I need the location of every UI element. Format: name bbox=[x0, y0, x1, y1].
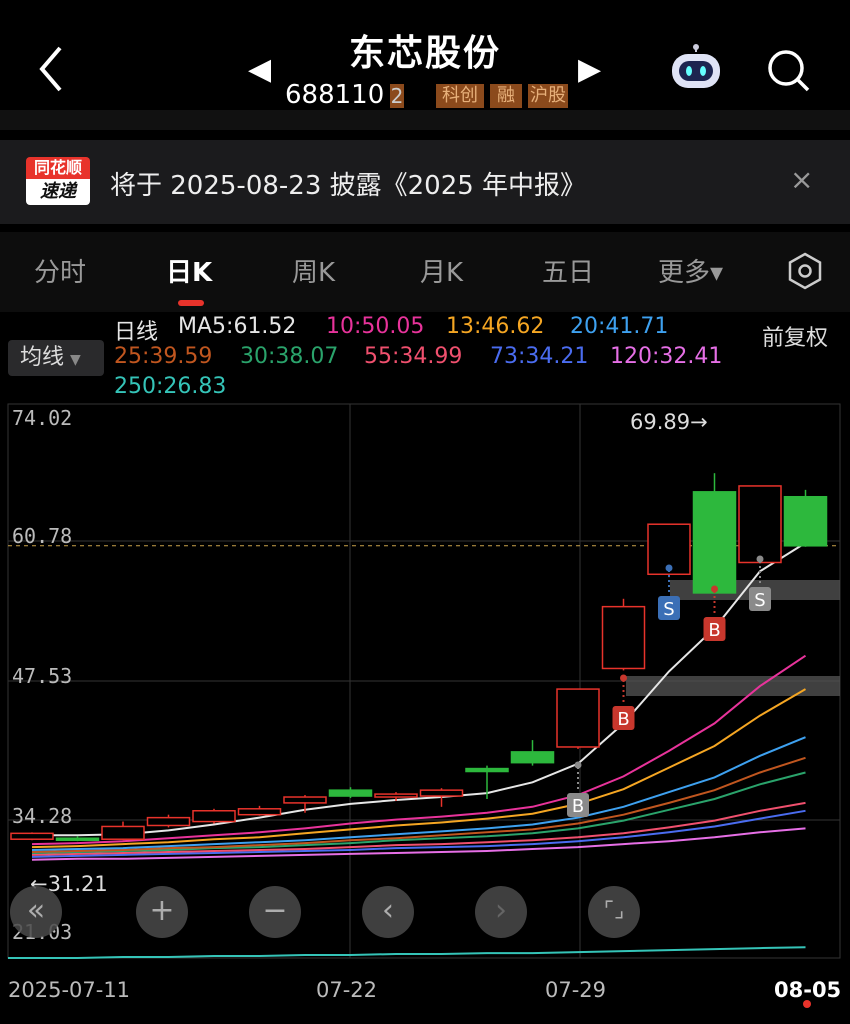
zoom-in-button[interactable]: + bbox=[136, 886, 188, 938]
stock-code-suffix: 2 bbox=[390, 84, 404, 108]
candle-body-10 bbox=[465, 767, 509, 773]
next-stock-icon[interactable]: ▶ bbox=[578, 52, 601, 87]
zoom-out-button[interactable]: − bbox=[249, 886, 301, 938]
candle-body-2 bbox=[101, 825, 145, 840]
tab-monthly-k[interactable]: 月K bbox=[420, 252, 463, 289]
scroll-right-button[interactable]: › bbox=[475, 886, 527, 938]
candle-body-8 bbox=[374, 793, 418, 798]
ma250-line bbox=[32, 946, 806, 959]
signal-label-2: S bbox=[663, 599, 674, 620]
ma10-value: 10:50.05 bbox=[326, 314, 425, 339]
ma13-value: 13:46.62 bbox=[446, 314, 545, 339]
ma30-value: 30:38.07 bbox=[240, 344, 339, 369]
ma73-value: 73:34.21 bbox=[490, 344, 589, 369]
tab-daily-k[interactable]: 日K bbox=[166, 252, 212, 289]
candle-body-17 bbox=[783, 495, 828, 547]
kline-label: 日线 bbox=[114, 320, 159, 345]
stock-code: 688110 bbox=[285, 80, 385, 110]
badge-rong: 融 bbox=[490, 84, 522, 108]
zone-band-lower bbox=[626, 676, 840, 696]
y-tick-2: 60.78 bbox=[12, 524, 73, 548]
tab-more[interactable]: 更多▾ bbox=[658, 252, 723, 289]
active-tab-indicator bbox=[178, 300, 204, 306]
ma20-value: 20:41.71 bbox=[570, 314, 669, 339]
signal-dot-4 bbox=[756, 555, 764, 563]
candle-body-6 bbox=[283, 796, 327, 804]
scroll-left-button[interactable]: ‹ bbox=[362, 886, 414, 938]
ma120-value: 120:32.41 bbox=[610, 344, 723, 369]
x-label-0805: 08-05 bbox=[774, 978, 842, 1002]
x-label-start: 2025-07-11 bbox=[8, 978, 131, 1002]
y-tick-4: 34.28 bbox=[12, 804, 73, 828]
logo-bottom-text: 速递 bbox=[26, 179, 90, 205]
ma250-value: 250:26.83 bbox=[114, 374, 227, 399]
candle-body-16 bbox=[738, 485, 782, 564]
x-label-0722: 07-22 bbox=[316, 978, 378, 1002]
robot-assistant-icon[interactable] bbox=[668, 44, 724, 92]
candle-body-5 bbox=[237, 808, 282, 816]
notice-text: 将于 2025-08-23 披露《2025 年中报》 bbox=[110, 171, 587, 201]
today-dot bbox=[803, 1000, 811, 1008]
candle-body-12 bbox=[556, 688, 600, 748]
signal-dot-0 bbox=[574, 761, 582, 769]
ma-selector-label: 均线 bbox=[20, 345, 65, 370]
tonghuashun-logo: 同花顺 速递 bbox=[26, 157, 90, 207]
scroll-left-fast-button[interactable]: « bbox=[10, 886, 62, 938]
search-icon[interactable] bbox=[766, 48, 810, 92]
candle-body-9 bbox=[419, 789, 464, 797]
signal-label-3: B bbox=[708, 620, 720, 641]
ma55-value: 55:34.99 bbox=[364, 344, 463, 369]
prev-stock-icon[interactable]: ◀ bbox=[248, 52, 271, 87]
ma5-value: MA5:61.52 bbox=[178, 314, 297, 339]
candle-body-1 bbox=[55, 837, 100, 841]
signal-label-4: S bbox=[754, 590, 765, 611]
dropdown-icon: ▼ bbox=[70, 352, 81, 368]
candle-body-0 bbox=[10, 832, 54, 840]
badge-kechuang: 科创 bbox=[436, 84, 484, 108]
fullscreen-button[interactable]: ⌜⌟ bbox=[588, 886, 640, 938]
signal-dot-1 bbox=[620, 674, 627, 682]
adjust-mode[interactable]: 前复权 bbox=[762, 320, 828, 352]
signal-dot-3 bbox=[711, 585, 718, 593]
quote-ticker-strip bbox=[0, 110, 850, 130]
close-icon[interactable]: × bbox=[790, 163, 813, 196]
settings-hexagon-icon[interactable] bbox=[786, 252, 824, 290]
kline-chart[interactable]: B B S B S bbox=[0, 400, 850, 960]
y-tick-3: 47.53 bbox=[12, 664, 73, 688]
high-price-label: 69.89→ bbox=[630, 410, 708, 434]
signal-label-0: B bbox=[572, 796, 584, 817]
candle-body-11 bbox=[510, 751, 555, 764]
signal-dot-2 bbox=[665, 564, 673, 572]
logo-top-text: 同花顺 bbox=[26, 157, 90, 179]
tab-weekly-k[interactable]: 周K bbox=[292, 252, 335, 289]
candle-body-13 bbox=[601, 605, 646, 670]
candle-body-4 bbox=[192, 810, 236, 823]
tab-five-day[interactable]: 五日 bbox=[542, 252, 594, 289]
tab-fenshi[interactable]: 分时 bbox=[34, 252, 86, 289]
signal-label-1: B bbox=[617, 709, 629, 730]
candle-body-7 bbox=[328, 789, 373, 797]
ma25-value: 25:39.59 bbox=[114, 344, 213, 369]
ma-selector-button[interactable]: 均线 ▼ bbox=[8, 340, 104, 376]
candle-body-15 bbox=[692, 491, 737, 594]
y-tick-1: 74.02 bbox=[12, 406, 73, 430]
x-label-0729: 07-29 bbox=[545, 978, 607, 1002]
badge-hugu: 沪股 bbox=[528, 84, 568, 108]
candle-body-3 bbox=[146, 816, 191, 827]
